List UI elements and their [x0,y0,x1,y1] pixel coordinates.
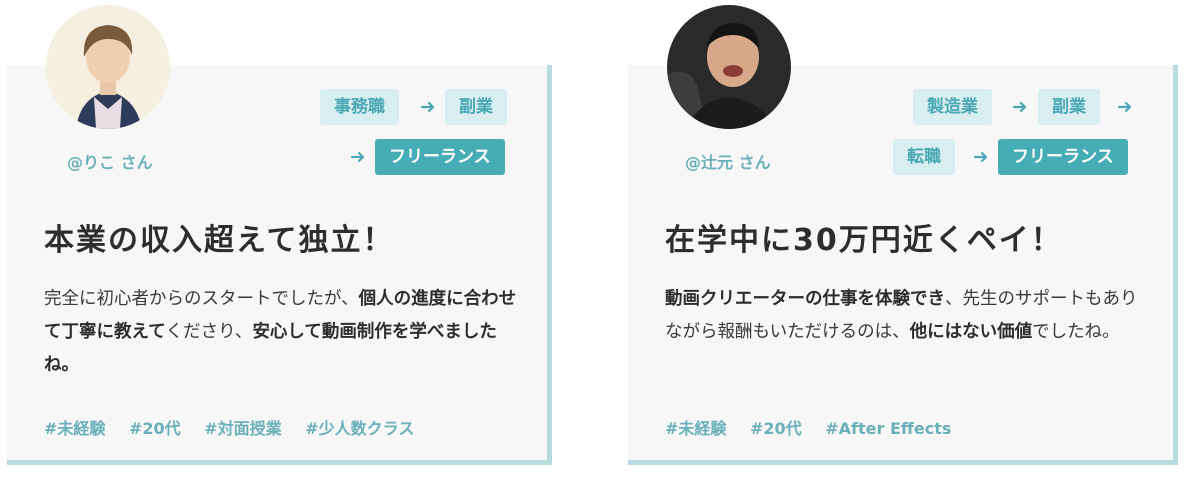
user-handle: @りこ さん [67,153,153,172]
avatar [46,5,170,129]
career-goal-pill: フリーランス [998,139,1128,175]
career-step-pill: 転職 [893,139,955,175]
avatar [667,5,791,129]
arrow-right-icon [1012,101,1027,113]
tag[interactable]: #20代 [750,419,802,438]
body-text: くださり、 [165,322,253,342]
card-body: 完全に初心者からのスタートでしたが、個人の進度に合わせて丁寧に教えてくださり、安… [44,283,519,382]
career-step-pill: 副業 [445,89,507,125]
career-step-pill: 副業 [1038,89,1100,125]
tag[interactable]: #少人数クラス [305,419,414,438]
career-step-pill: 事務職 [320,89,399,125]
user-handle: @辻元 さん [685,153,771,172]
arrow-right-icon [973,151,988,163]
body-text-bold: 動画クリエーターの仕事を体験でき [665,289,945,309]
card-title: 在学中に30万円近くペイ！ [665,223,1063,258]
body-text-bold: 他にはない価値 [909,322,1033,342]
tag[interactable]: #20代 [129,419,181,438]
tag[interactable]: #未経験 [44,419,105,438]
card-body: 動画クリエーターの仕事を体験でき、先生のサポートもありながら報酬もいただけるのは… [665,283,1140,349]
tag-list: #未経験 #20代 #対面授業 #少人数クラス [44,415,432,439]
tag[interactable]: #対面授業 [204,419,281,438]
card-title: 本業の収入超えて独立！ [44,223,395,258]
tag[interactable]: #未経験 [665,419,726,438]
testimonial-card: @りこ さん 事務職 副業 フリーランス 本業の収入超えて独立！ 完全に初心者か… [7,5,552,465]
career-step-pill: 製造業 [913,89,992,125]
arrow-right-icon [350,151,365,163]
arrow-right-icon [1117,101,1132,113]
career-goal-pill: フリーランス [375,139,505,175]
tag[interactable]: #After Effects [825,419,951,438]
body-text: でしたね。 [1032,322,1120,342]
arrow-right-icon [420,101,435,113]
testimonial-card: @辻元 さん 製造業 副業 転職 フリーランス 在学中に30万円近くペイ！ 動画… [628,5,1178,465]
tag-list: #未経験 #20代 #After Effects [665,415,969,439]
body-text: 完全に初心者からのスタートでしたが、 [44,289,359,309]
